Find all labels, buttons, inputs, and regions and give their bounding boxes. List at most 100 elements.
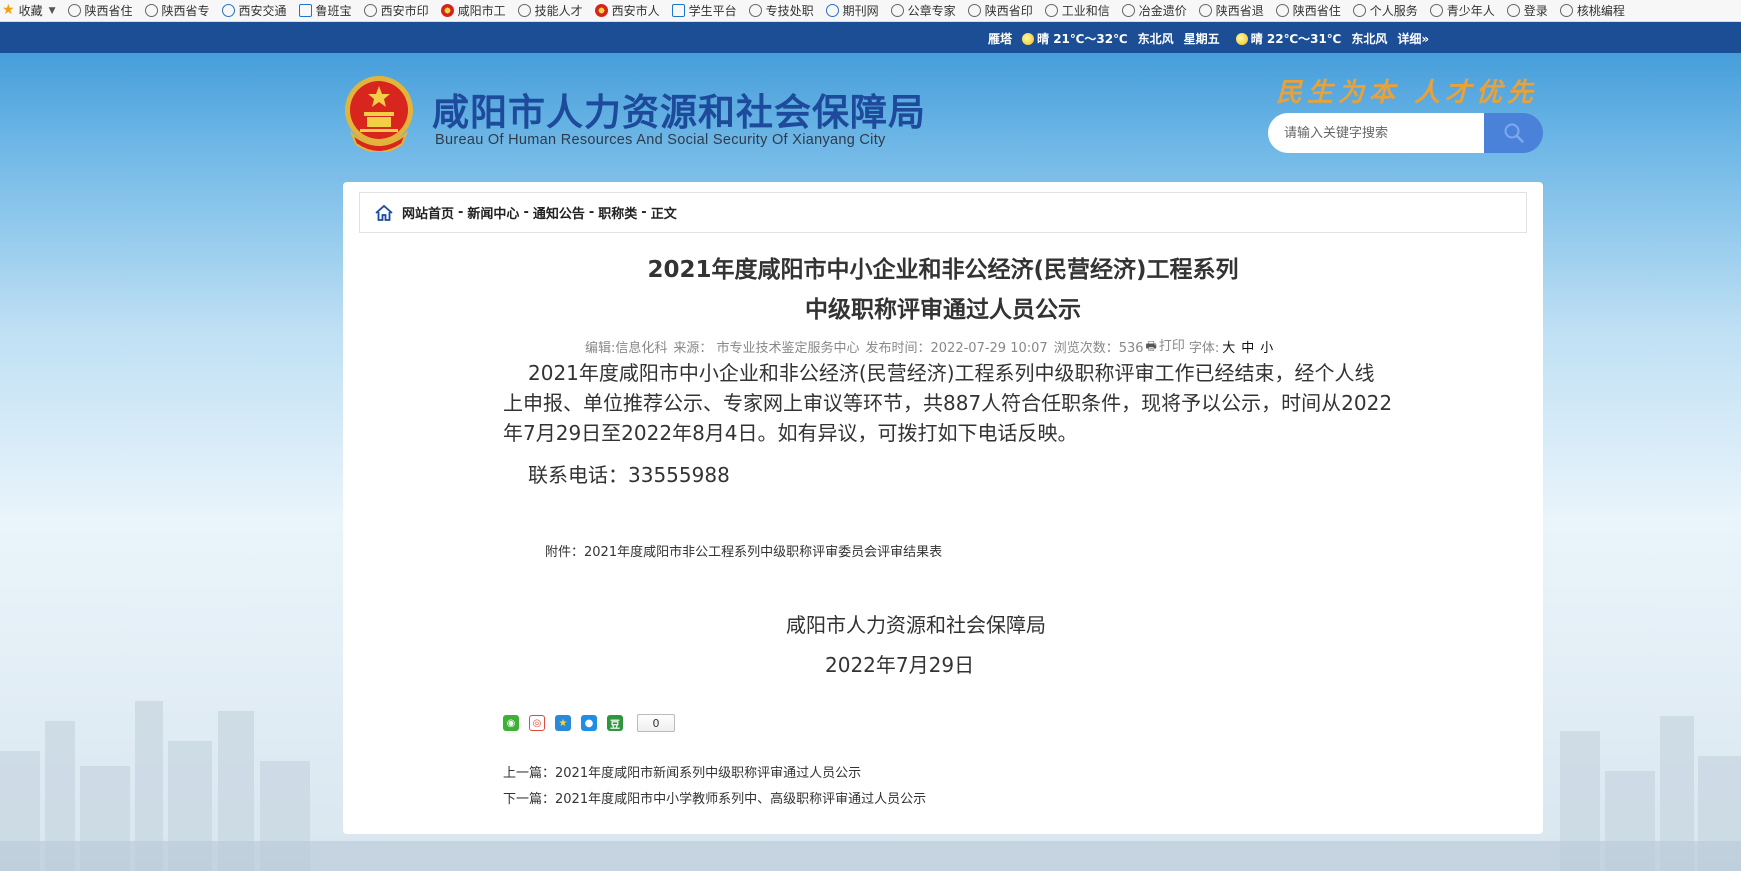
- weather-tomorrow: 晴 22℃～31℃: [1235, 30, 1341, 47]
- bookmark-item[interactable]: 陕西省印: [967, 2, 1033, 19]
- next-article-link[interactable]: 下一篇：2021年度咸阳市中小学教师系列中、高级职称评审通过人员公示: [503, 788, 926, 807]
- bookmark-item[interactable]: 西安交通: [221, 2, 287, 19]
- search-bar: [1268, 113, 1543, 153]
- weather-detail-link[interactable]: 详细»: [1397, 30, 1429, 47]
- bookmark-item[interactable]: 陕西省专: [144, 2, 210, 19]
- breadcrumb-notices[interactable]: 通知公告: [533, 203, 585, 222]
- bookmark-item[interactable]: 西安市印: [363, 2, 429, 19]
- globe-icon: [221, 4, 235, 17]
- national-emblem-logo: [345, 76, 413, 152]
- search-button[interactable]: [1484, 113, 1543, 153]
- bookmark-item[interactable]: 登录: [1506, 2, 1548, 19]
- article-body: 2021年度咸阳市中小企业和非公经济(民营经济)工程系列中级职称评审工作已经结束…: [503, 361, 1393, 445]
- printer-icon: 🖶: [1145, 339, 1157, 353]
- signature-date: 2022年7月29日: [825, 653, 975, 677]
- weibo-share-icon[interactable]: ◎: [529, 715, 545, 731]
- bookmark-item[interactable]: 期刊网: [825, 2, 879, 19]
- font-size-label: 字体:: [1188, 341, 1220, 356]
- prev-article-link[interactable]: 上一篇：2021年度咸阳市新闻系列中级职称评审通过人员公示: [503, 762, 861, 781]
- bookmark-item[interactable]: 冶金遗价: [1121, 2, 1187, 19]
- meta-views: 浏览次数：536: [1053, 341, 1144, 356]
- bookmark-item[interactable]: 工业和信: [1044, 2, 1110, 19]
- article-card: 网站首页 - 新闻中心 - 通知公告 - 职称类 - 正文 2021年度咸阳市中…: [343, 182, 1543, 834]
- attachment-link[interactable]: 附件：2021年度咸阳市非公工程系列中级职称评审委员会评审结果表: [545, 541, 942, 560]
- bookmark-item[interactable]: 陕西省住: [1275, 2, 1341, 19]
- weather-city: 雁塔: [988, 32, 1013, 46]
- meta-source: 来源： 市专业技术鉴定服务中心: [673, 341, 860, 356]
- globe-icon: [748, 4, 762, 17]
- globe-icon: [1559, 4, 1573, 17]
- globe-icon: [1044, 4, 1058, 17]
- bookmark-item[interactable]: 鲁班宝: [298, 2, 352, 19]
- breadcrumb-news[interactable]: 新闻中心: [467, 203, 519, 222]
- bookmark-item[interactable]: 专技处职: [748, 2, 814, 19]
- weather-widget: 雁塔 晴 21℃～32℃ 东北风 星期五 晴 22℃～31℃ 东北风 详细»: [988, 30, 1439, 47]
- weather-tomorrow-wind: 东北风: [1351, 32, 1388, 46]
- globe-icon: [890, 4, 904, 17]
- breadcrumb-title-category[interactable]: 职称类: [598, 203, 637, 222]
- bookmark-item[interactable]: 陕西省退: [1198, 2, 1264, 19]
- site-title[interactable]: 咸阳市人力资源和社会保障局: [432, 82, 926, 136]
- wechat-share-icon[interactable]: ◉: [503, 715, 519, 731]
- bookmark-item[interactable]: 技能人才: [517, 2, 583, 19]
- sun-icon: [1022, 33, 1035, 45]
- search-input[interactable]: [1268, 113, 1484, 153]
- bookmark-item[interactable]: 个人服务: [1352, 2, 1418, 19]
- bookmark-item[interactable]: 西安市人: [594, 2, 660, 19]
- globe-icon: [1121, 4, 1135, 17]
- bookmark-item[interactable]: 公章专家: [890, 2, 956, 19]
- globe-icon: [671, 4, 685, 17]
- bookmarks-bar: ★ 收藏 ▼ 陕西省住 陕西省专 西安交通 鲁班宝 西安市印 咸阳市工 技能人才…: [0, 0, 1741, 22]
- weather-today-wind: 东北风: [1137, 32, 1174, 46]
- sun-icon: [1235, 33, 1248, 45]
- globe-icon: [1506, 4, 1520, 17]
- emblem-icon: [440, 4, 454, 17]
- top-strip: 雁塔 晴 21℃～32℃ 东北风 星期五 晴 22℃～31℃ 东北风 详细»: [0, 22, 1741, 53]
- globe-icon: [517, 4, 531, 17]
- meta-published: 发布时间：2022-07-29 10:07: [865, 341, 1048, 356]
- bookmark-favorites[interactable]: ★ 收藏 ▼: [2, 2, 56, 19]
- font-size-large[interactable]: 大: [1222, 337, 1235, 356]
- breadcrumb-current: 正文: [650, 207, 677, 222]
- article-meta: 编辑:信息化科 来源： 市专业技术鉴定服务中心 发布时间：2022-07-29 …: [585, 335, 1273, 358]
- search-icon: [1504, 123, 1524, 143]
- chevron-down-icon: ▼: [48, 5, 56, 16]
- globe-icon: [825, 4, 839, 17]
- bookmark-item[interactable]: 核桃编程: [1559, 2, 1625, 19]
- slogan: 民生为本 人才优先: [1276, 78, 1539, 108]
- globe-icon: [1198, 4, 1212, 17]
- article-title-line1: 2021年度咸阳市中小企业和非公经济(民营经济)工程系列: [647, 257, 1239, 283]
- font-size-small[interactable]: 小: [1260, 337, 1273, 356]
- weather-weekday: 星期五: [1183, 32, 1220, 46]
- star-icon: ★: [2, 2, 15, 18]
- meta-editor: 编辑:信息化科: [585, 341, 668, 356]
- breadcrumb-home[interactable]: 网站首页: [402, 203, 454, 222]
- contact-phone: 联系电话：33555988: [528, 463, 730, 487]
- weather-today: 晴 21℃～32℃: [1022, 30, 1128, 47]
- site-subtitle: Bureau Of Human Resources And Social Sec…: [435, 132, 886, 148]
- bookmark-item[interactable]: 咸阳市工: [440, 2, 506, 19]
- home-icon[interactable]: [374, 204, 394, 222]
- globe-icon: [1352, 4, 1366, 17]
- article-title-line2: 中级职称评审通过人员公示: [805, 297, 1081, 323]
- globe-icon: [1429, 4, 1443, 17]
- globe-icon: [363, 4, 377, 17]
- globe-icon: [298, 4, 312, 17]
- globe-icon: [144, 4, 158, 17]
- qq-share-icon[interactable]: ●: [581, 715, 597, 731]
- bookmark-item[interactable]: 青少年人: [1429, 2, 1495, 19]
- share-bar: ◉ ◎ ★ ● 豆 0: [503, 714, 675, 732]
- douban-share-icon[interactable]: 豆: [607, 715, 623, 731]
- globe-icon: [1275, 4, 1289, 17]
- globe-icon: [67, 4, 81, 17]
- qzone-share-icon[interactable]: ★: [555, 715, 571, 731]
- bookmark-item[interactable]: 学生平台: [671, 2, 737, 19]
- font-size-medium[interactable]: 中: [1241, 337, 1254, 356]
- emblem-icon: [594, 4, 608, 17]
- breadcrumb: 网站首页 - 新闻中心 - 通知公告 - 职称类 - 正文: [359, 192, 1527, 233]
- signature-org: 咸阳市人力资源和社会保障局: [786, 613, 1046, 637]
- globe-icon: [967, 4, 981, 17]
- share-count: 0: [637, 714, 675, 732]
- print-button[interactable]: 🖶 打印: [1146, 335, 1185, 358]
- bookmark-item[interactable]: 陕西省住: [67, 2, 133, 19]
